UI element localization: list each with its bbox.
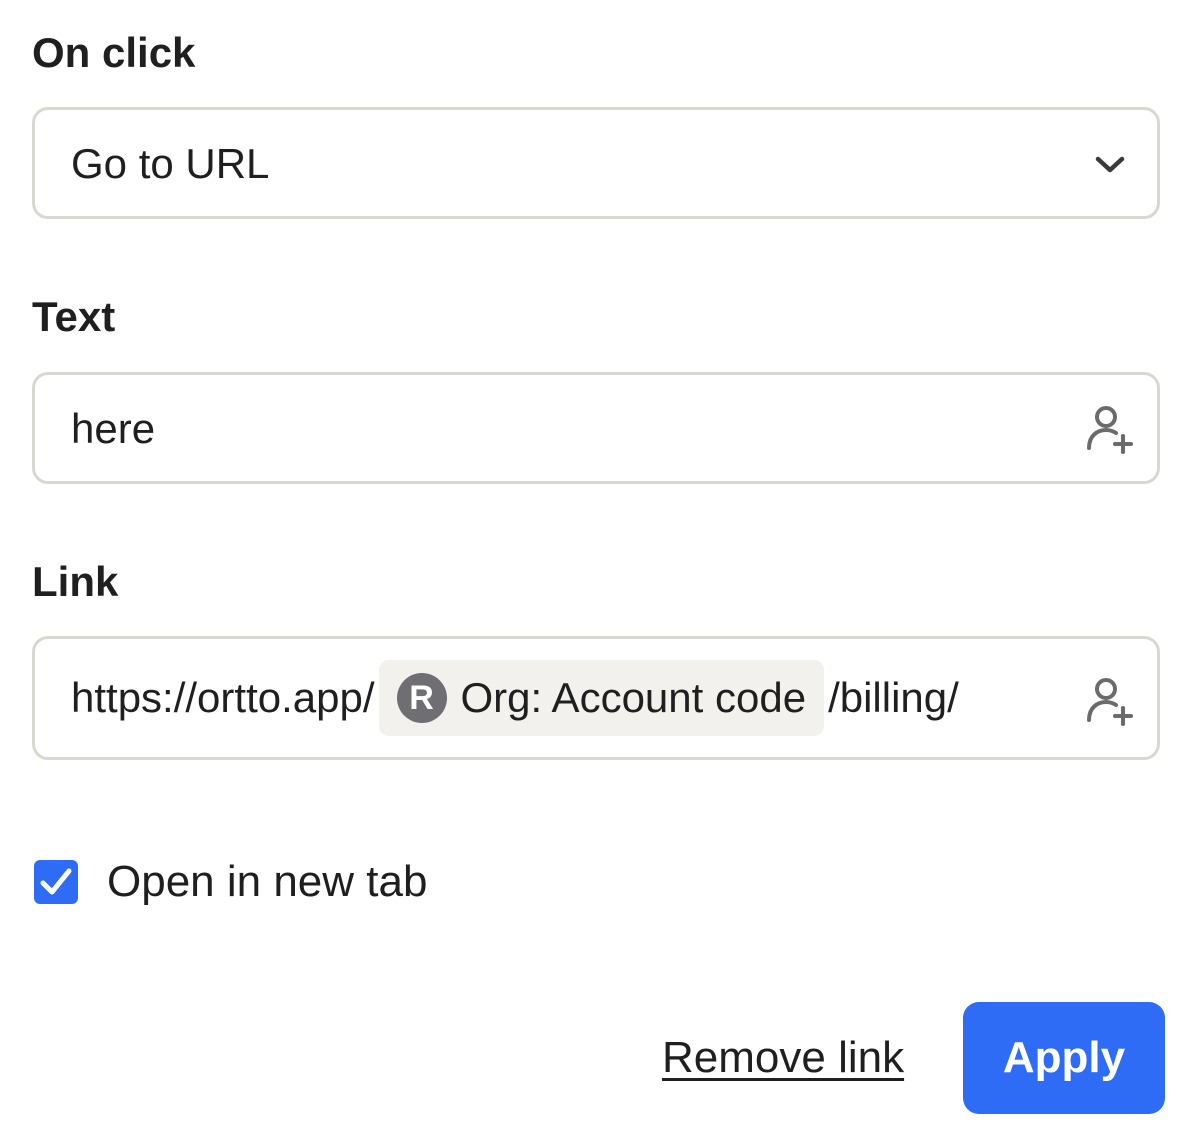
check-icon xyxy=(40,868,72,895)
apply-button[interactable]: Apply xyxy=(963,1002,1165,1114)
merge-tag-label: Org: Account code xyxy=(460,674,807,721)
link-prefix: https://ortto.app/ xyxy=(71,674,375,721)
text-input[interactable]: here xyxy=(32,372,1160,484)
user-plus-icon[interactable] xyxy=(1085,404,1137,456)
merge-tag-chip[interactable]: R Org: Account code xyxy=(378,660,825,736)
on-click-select[interactable]: Go to URL xyxy=(32,107,1160,219)
link-label: Link xyxy=(32,558,119,605)
open-new-tab-label[interactable]: Open in new tab xyxy=(107,857,427,906)
on-click-selected-value: Go to URL xyxy=(71,140,270,187)
org-badge-icon: R xyxy=(396,673,447,723)
link-input[interactable]: https://ortto.app/ R Org: Account code /… xyxy=(32,636,1160,760)
user-plus-icon[interactable] xyxy=(1085,676,1137,728)
link-input-content: https://ortto.app/ R Org: Account code /… xyxy=(71,639,1059,757)
org-badge-letter: R xyxy=(409,679,434,717)
link-suffix: /billing/ xyxy=(828,674,959,721)
text-input-value: here xyxy=(71,405,156,452)
remove-link-button[interactable]: Remove link xyxy=(662,1036,904,1080)
open-new-tab-checkbox[interactable] xyxy=(34,860,78,904)
text-label: Text xyxy=(32,293,116,340)
on-click-label: On click xyxy=(32,29,196,76)
chevron-down-icon xyxy=(1095,156,1125,173)
